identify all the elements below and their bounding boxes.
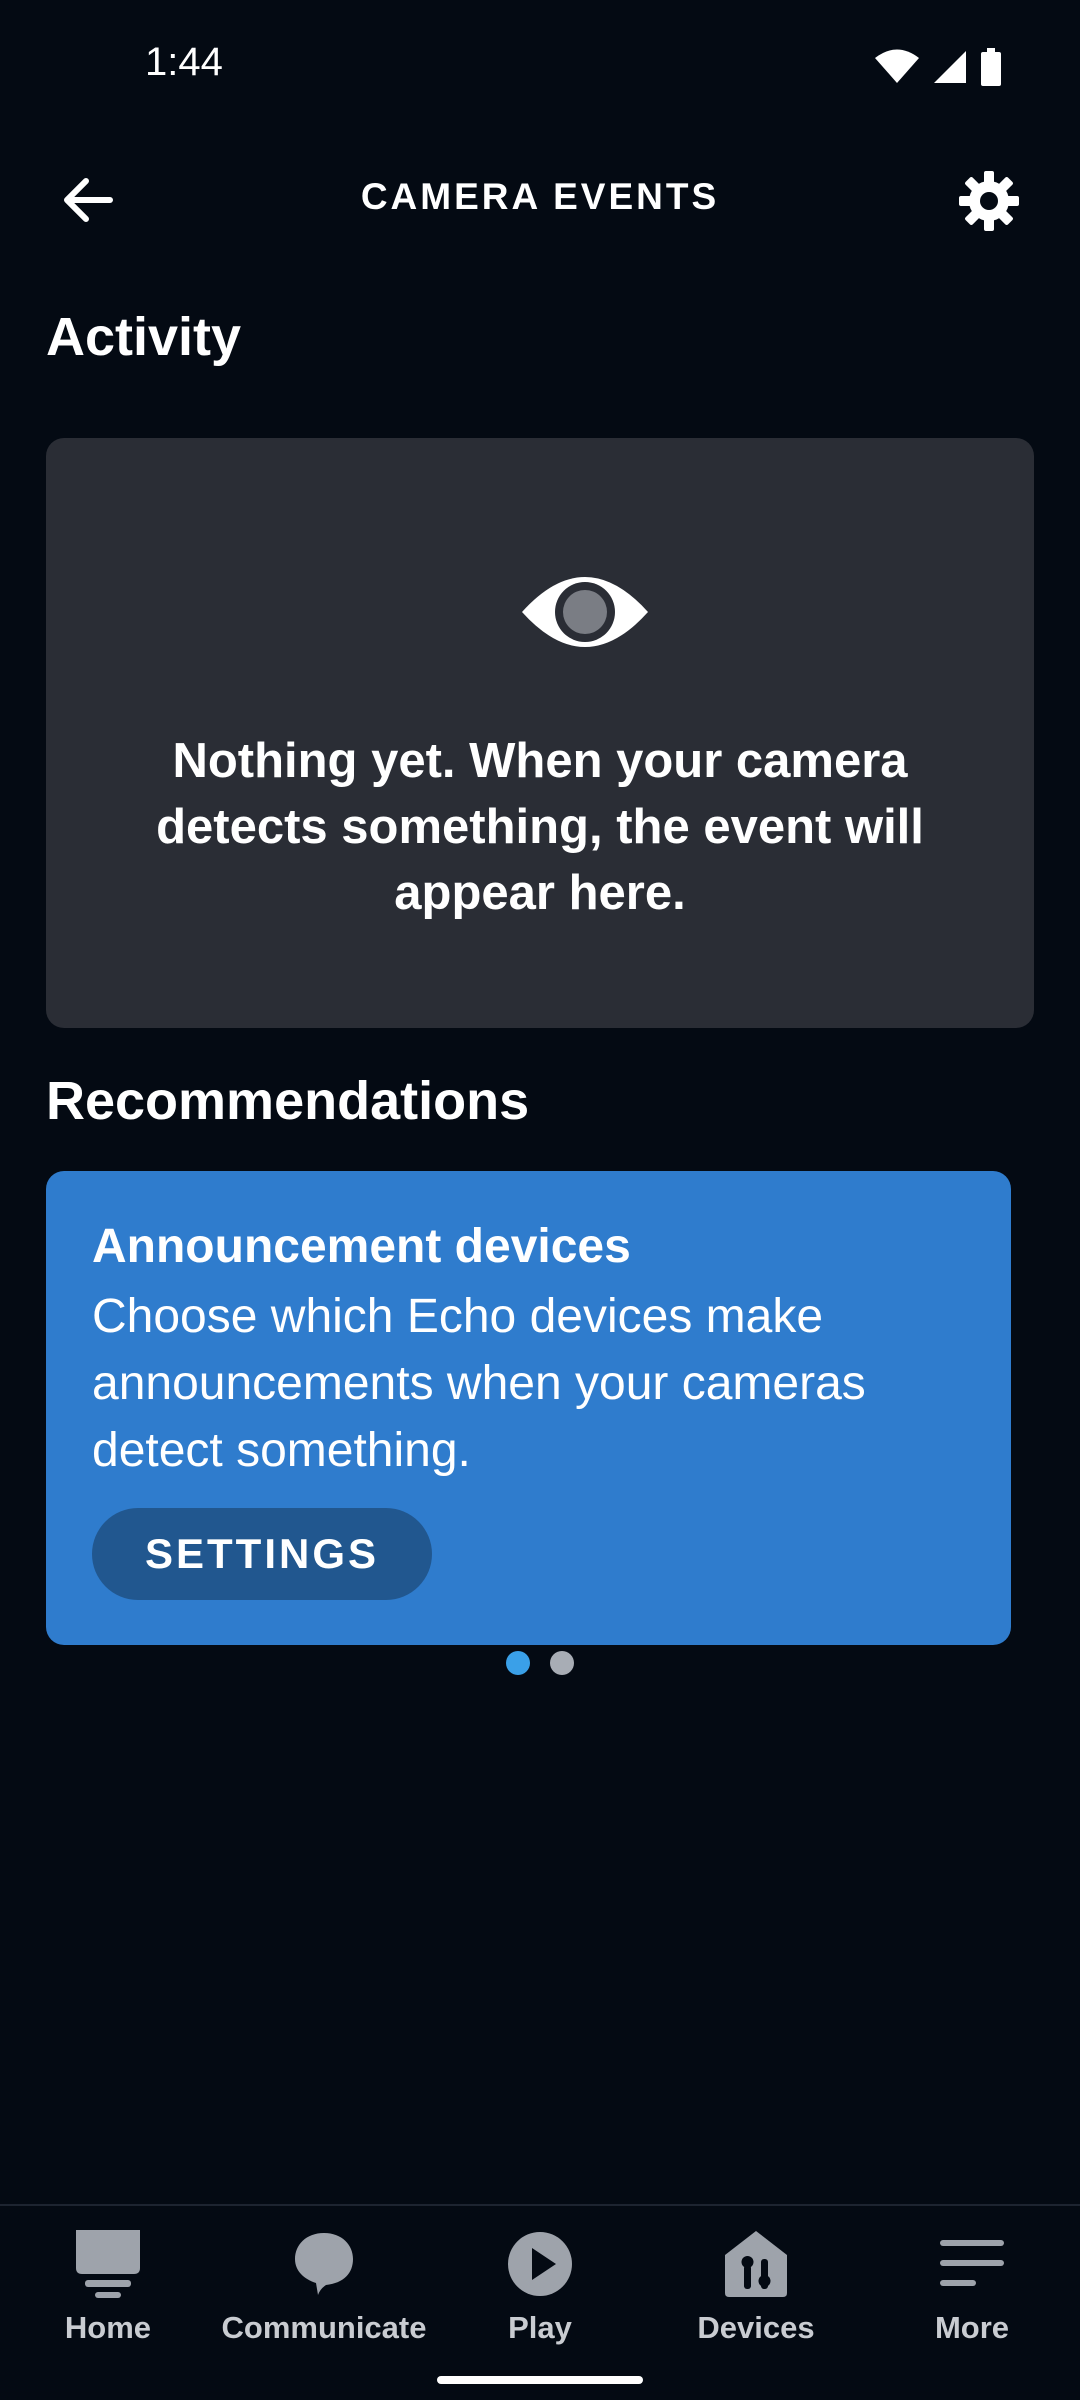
devices-icon (711, 2226, 801, 2302)
cellular-signal-icon (934, 51, 966, 83)
page-title: CAMERA EVENTS (360, 176, 720, 217)
status-time: 1:44 (145, 40, 223, 84)
nav-label-home: Home (64, 2310, 152, 2345)
status-icons (874, 48, 1002, 86)
battery-icon (981, 48, 1001, 86)
bottom-navigation: Home Communicate Play Devices More (0, 2204, 1080, 2400)
recommendation-settings-button[interactable]: SETTINGS (92, 1508, 432, 1600)
nav-item-devices[interactable]: Devices (648, 2226, 864, 2346)
pager-dot-active[interactable] (506, 1651, 530, 1675)
gear-icon (959, 171, 1019, 231)
recommendation-card[interactable]: Announcement devices Choose which Echo d… (46, 1171, 1011, 1645)
carousel-pager (0, 1651, 1080, 1675)
activity-empty-message: Nothing yet. When your camera detects so… (156, 734, 924, 920)
recommendation-body: Choose which Echo devices make announcem… (92, 1290, 866, 1477)
nav-item-play[interactable]: Play (432, 2226, 648, 2346)
nav-label-devices: Devices (697, 2310, 815, 2345)
app-bar: CAMERA EVENTS (0, 150, 1080, 250)
nav-label-play: Play (508, 2310, 572, 2345)
eye-icon (522, 577, 648, 647)
play-icon (495, 2226, 585, 2302)
communicate-icon (279, 2226, 369, 2302)
activity-empty-card: Nothing yet. When your camera detects so… (46, 438, 1034, 1028)
recommendations-section-title: Recommendations (46, 1071, 530, 1131)
recommendation-heading: Announcement devices (92, 1220, 631, 1273)
settings-button[interactable] (954, 166, 1024, 236)
pager-dot[interactable] (550, 1651, 574, 1675)
home-gesture-bar[interactable] (437, 2376, 643, 2384)
nav-label-communicate: Communicate (221, 2310, 427, 2345)
nav-item-communicate[interactable]: Communicate (216, 2226, 432, 2346)
status-bar: 1:44 (0, 0, 1080, 130)
wifi-icon (875, 49, 919, 83)
activity-section-title: Activity (46, 307, 242, 367)
more-icon (927, 2226, 1017, 2302)
home-icon (63, 2226, 153, 2302)
nav-label-more: More (934, 2310, 1010, 2345)
nav-item-more[interactable]: More (864, 2226, 1080, 2346)
nav-item-home[interactable]: Home (0, 2226, 216, 2346)
